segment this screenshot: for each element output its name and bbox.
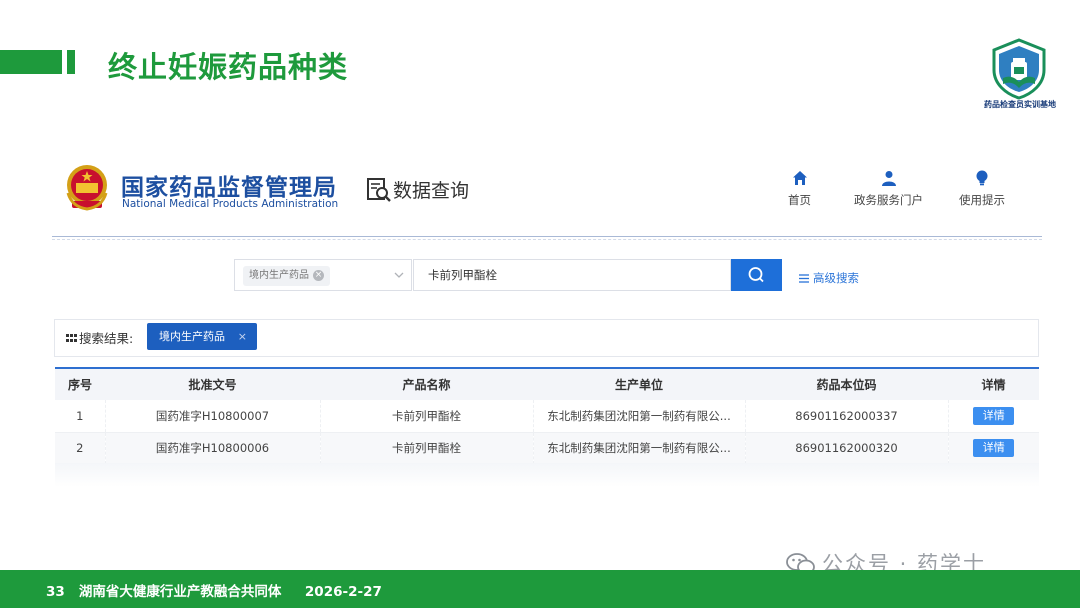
row-number: 1	[55, 400, 106, 433]
category-select[interactable]: 境内生产药品 ×	[234, 259, 412, 291]
column-header: 生产单位	[614, 378, 663, 392]
detail-cell: 详情	[948, 400, 1039, 433]
header-divider	[52, 236, 1042, 237]
site-name-en: National Medical Products Administration	[122, 198, 339, 210]
product-name: 卡前列甲酯栓	[320, 432, 534, 465]
nav-home[interactable]: 首页	[788, 170, 811, 208]
logo-caption: 药品检查员实训基地	[984, 100, 1056, 109]
chip-close-icon[interactable]: ×	[313, 269, 324, 281]
results-table: 序号 批准文号 产品名称 生产单位 药品本位码 详情 1 国药准字H108000…	[55, 367, 1039, 465]
manufacturer: 东北制药集团沈阳第一制药有限公...	[533, 400, 746, 433]
footer-date: 2026-2-27	[304, 584, 382, 600]
result-filter-tag-label: 境内生产药品	[159, 330, 225, 343]
product-name: 卡前列甲酯栓	[320, 400, 534, 433]
column-header: 药品本位码	[816, 378, 877, 392]
table-header-row: 序号 批准文号 产品名称 生产单位 药品本位码 详情	[55, 368, 1039, 400]
drug-code: 86901162000320	[745, 432, 949, 465]
advanced-search-label: 高级搜索	[813, 271, 859, 285]
column-header: 详情	[981, 378, 1006, 392]
national-emblem-icon	[66, 165, 108, 211]
user-icon	[881, 171, 896, 186]
row-number: 2	[55, 432, 106, 465]
column-header: 产品名称	[402, 378, 451, 392]
result-label: 搜索结果:	[66, 328, 133, 347]
detail-cell: 详情	[948, 432, 1039, 465]
nav-usage-tips-label: 使用提示	[959, 193, 1005, 207]
manufacturer: 东北制药集团沈阳第一制药有限公...	[533, 432, 746, 465]
slide-title: 终止妊娠药品种类	[108, 50, 349, 84]
column-header: 批准文号	[188, 378, 237, 392]
close-icon[interactable]: ×	[238, 323, 247, 350]
section-title: 数据查询	[393, 180, 470, 202]
nav-home-label: 首页	[788, 193, 811, 207]
category-chip: 境内生产药品 ×	[243, 266, 330, 286]
column-header: 序号	[67, 378, 92, 392]
approval-number: 国药准字H10800007	[105, 400, 321, 433]
result-label-text: 搜索结果:	[79, 331, 134, 346]
title-accent-bar	[0, 50, 62, 74]
search-input[interactable]: 卡前列甲酯栓	[413, 259, 731, 291]
table-row: 1 国药准字H10800007 卡前列甲酯栓 东北制药集团沈阳第一制药有限公..…	[55, 400, 1039, 433]
drug-code: 86901162000337	[745, 400, 949, 433]
nav-service-portal-label: 政务服务门户	[854, 193, 923, 207]
detail-button[interactable]: 详情	[973, 439, 1015, 457]
table-fade	[55, 463, 1039, 487]
detail-button[interactable]: 详情	[973, 406, 1015, 425]
chevron-down-icon	[394, 272, 404, 278]
footer-text: 33 湖南省大健康行业产教融合共同体 2026-2-27	[46, 580, 382, 600]
title-accent-mark	[67, 50, 75, 74]
page-number: 33	[46, 584, 65, 600]
advanced-search-link[interactable]: 高级搜索	[799, 270, 859, 286]
filter-lines-icon	[799, 274, 809, 283]
shield-logo-icon	[992, 38, 1046, 100]
header-divider-dashed	[52, 239, 1042, 240]
search-button[interactable]	[731, 259, 782, 291]
grid-icon	[66, 334, 77, 342]
home-icon	[792, 171, 807, 185]
result-filter-tag[interactable]: 境内生产药品 ×	[147, 323, 257, 350]
bulb-icon	[976, 170, 988, 186]
category-chip-label: 境内生产药品	[249, 270, 309, 281]
table-row: 2 国药准字H10800006 卡前列甲酯栓 东北制药集团沈阳第一制药有限公..…	[55, 432, 1039, 465]
data-query-icon	[367, 178, 391, 202]
footer-org: 湖南省大健康行业产教融合共同体	[78, 584, 282, 600]
approval-number: 国药准字H10800006	[105, 432, 321, 465]
search-icon	[748, 267, 764, 283]
site-name-cn: 国家药品监督管理局	[121, 175, 337, 201]
nav-usage-tips[interactable]: 使用提示	[959, 170, 1005, 208]
nav-service-portal[interactable]: 政务服务门户	[854, 170, 923, 208]
